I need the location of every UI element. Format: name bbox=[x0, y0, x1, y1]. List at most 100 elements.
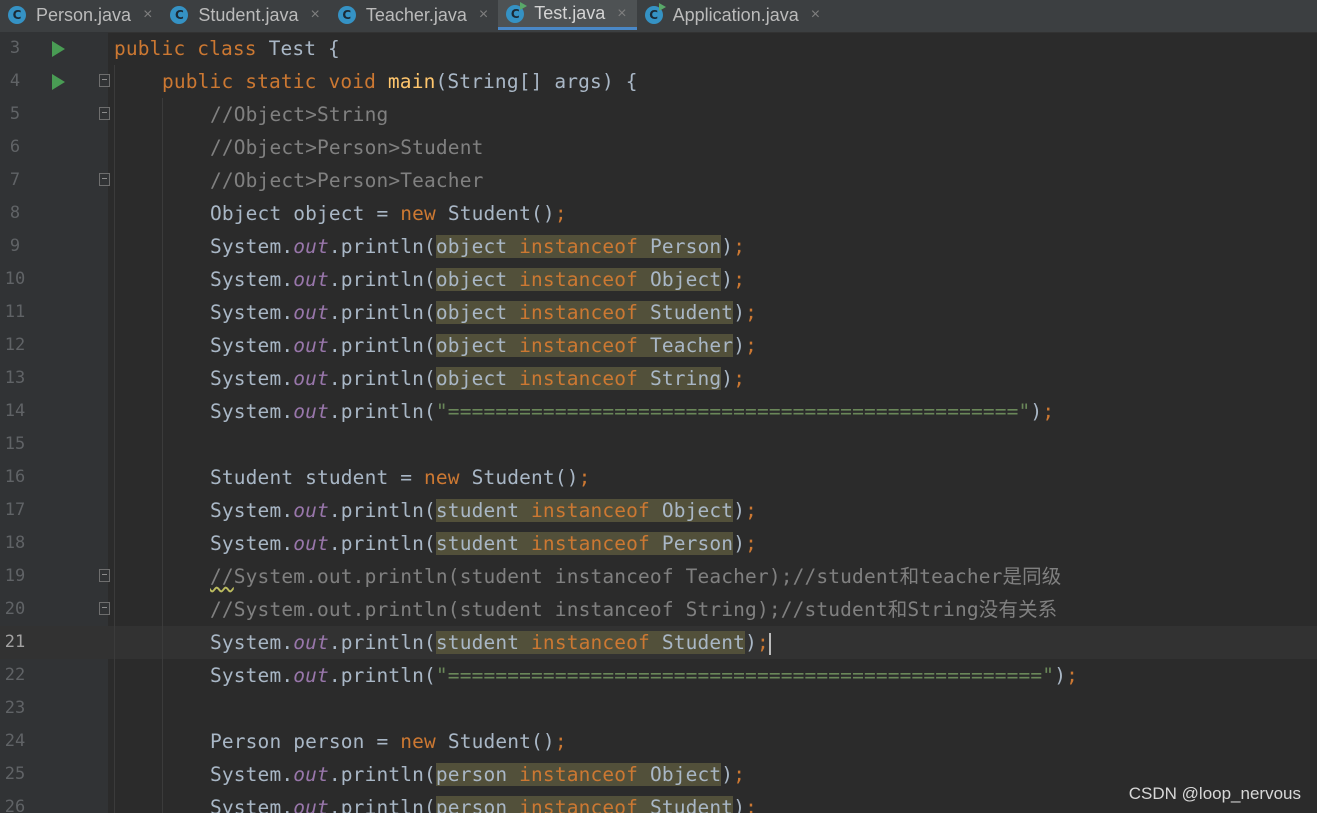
line-number[interactable]: 12 bbox=[0, 329, 30, 362]
line-number[interactable]: 13 bbox=[0, 362, 30, 395]
line-number[interactable]: 11 bbox=[0, 296, 30, 329]
line-number[interactable]: 21 bbox=[0, 626, 30, 659]
indent-guide bbox=[162, 395, 163, 428]
code-line[interactable]: 25 System.out.println(person instanceof O… bbox=[0, 758, 1317, 791]
code-line[interactable]: 8 Object object = new Student(); bbox=[0, 197, 1317, 230]
close-icon[interactable]: × bbox=[143, 6, 152, 24]
code-line[interactable]: 6 //Object>Person>Student bbox=[0, 131, 1317, 164]
tab-label: Teacher.java bbox=[365, 4, 467, 25]
watermark: CSDN @loop_nervous bbox=[1128, 784, 1301, 803]
code-token: System. bbox=[210, 367, 294, 390]
code-line[interactable]: 24 Person person = new Student(); bbox=[0, 725, 1317, 758]
line-number[interactable]: 19 bbox=[0, 560, 30, 593]
indent-guide bbox=[114, 329, 115, 362]
highlighted-keyword-token: instanceof bbox=[519, 763, 650, 786]
line-number[interactable]: 20 bbox=[0, 593, 30, 626]
code-token: Person person = bbox=[210, 730, 401, 753]
code-text: System.out.println(object instanceof Tea… bbox=[210, 329, 757, 362]
line-number[interactable]: 24 bbox=[0, 725, 30, 758]
line-number[interactable]: 23 bbox=[0, 692, 30, 725]
indent-guide bbox=[162, 791, 163, 813]
code-text: System.out.println(student instanceof St… bbox=[210, 626, 771, 659]
highlighted-keyword-token: instanceof bbox=[519, 235, 650, 258]
static-field-token: out bbox=[293, 532, 329, 555]
line-number[interactable]: 26 bbox=[0, 791, 30, 813]
highlighted-token: person bbox=[435, 763, 520, 786]
code-line[interactable]: 26 System.out.println(person instanceof S… bbox=[0, 791, 1317, 813]
code-line[interactable]: 20 //System.out.println(student instanceo… bbox=[0, 593, 1317, 626]
indent-guide bbox=[114, 593, 115, 626]
run-icon[interactable] bbox=[52, 74, 65, 90]
close-icon[interactable]: × bbox=[310, 6, 319, 24]
fold-icon[interactable] bbox=[99, 74, 110, 87]
line-number[interactable]: 7 bbox=[0, 164, 30, 197]
line-number[interactable]: 15 bbox=[0, 428, 30, 461]
line-number[interactable]: 5 bbox=[0, 98, 30, 131]
code-line[interactable]: 10 System.out.println(object instanceof O… bbox=[0, 263, 1317, 296]
code-line[interactable]: 5 //Object>String bbox=[0, 98, 1317, 131]
line-number[interactable]: 6 bbox=[0, 131, 30, 164]
indent-guide bbox=[114, 758, 115, 791]
code-line[interactable]: 22 System.out.println("==================… bbox=[0, 659, 1317, 692]
tab-student[interactable]: C Student.java × bbox=[162, 0, 329, 30]
line-number[interactable]: 16 bbox=[0, 461, 30, 494]
line-number[interactable]: 18 bbox=[0, 527, 30, 560]
code-line[interactable]: 16 Student student = new Student(); bbox=[0, 461, 1317, 494]
code-line[interactable]: 15 bbox=[0, 428, 1317, 461]
line-number[interactable]: 4 bbox=[0, 65, 30, 98]
code-token: ) bbox=[733, 301, 746, 324]
editor-tab-bar: C Person.java × C Student.java × C Teacher.java… bbox=[0, 0, 1317, 33]
indent-guide bbox=[162, 461, 163, 494]
close-icon[interactable]: × bbox=[617, 5, 626, 23]
code-line[interactable]: 12 System.out.println(object instanceof T… bbox=[0, 329, 1317, 362]
fold-icon[interactable] bbox=[99, 602, 110, 615]
indent-guide bbox=[114, 131, 115, 164]
code-line[interactable]: 21 System.out.println(student instanceof … bbox=[0, 626, 1317, 659]
runnable-class-icon: C bbox=[506, 1, 528, 23]
code-editor[interactable]: 3 public class Test {4 public static void … bbox=[0, 32, 1317, 813]
code-token: ) bbox=[733, 796, 746, 813]
code-line[interactable]: 4 public static void main(String[] args) … bbox=[0, 65, 1317, 98]
code-line[interactable]: 17 System.out.println(student instanceof … bbox=[0, 494, 1317, 527]
fold-icon[interactable] bbox=[99, 173, 110, 186]
code-line[interactable]: 3 public class Test { bbox=[0, 32, 1317, 65]
fold-icon[interactable] bbox=[99, 107, 110, 120]
highlighted-token: Person bbox=[661, 532, 734, 555]
tab-test[interactable]: C Test.java × bbox=[498, 0, 637, 30]
code-line[interactable]: 13 System.out.println(object instanceof S… bbox=[0, 362, 1317, 395]
tab-person[interactable]: C Person.java × bbox=[0, 0, 162, 30]
code-token: ) bbox=[733, 334, 746, 357]
line-number[interactable]: 17 bbox=[0, 494, 30, 527]
close-icon[interactable]: × bbox=[811, 6, 820, 24]
code-text: System.out.println(object instanceof Obj… bbox=[210, 263, 745, 296]
line-number[interactable]: 10 bbox=[0, 263, 30, 296]
fold-icon[interactable] bbox=[99, 569, 110, 582]
code-token: ) bbox=[721, 367, 734, 390]
code-line[interactable]: 11 System.out.println(object instanceof S… bbox=[0, 296, 1317, 329]
line-number[interactable]: 22 bbox=[0, 659, 30, 692]
line-number[interactable]: 25 bbox=[0, 758, 30, 791]
line-number[interactable]: 9 bbox=[0, 230, 30, 263]
code-line[interactable]: 7 //Object>Person>Teacher bbox=[0, 164, 1317, 197]
code-line[interactable]: 18 System.out.println(student instanceof … bbox=[0, 527, 1317, 560]
code-token: ) bbox=[745, 631, 757, 654]
line-number[interactable]: 3 bbox=[0, 32, 30, 65]
code-line[interactable]: 9 System.out.println(object instanceof Pe… bbox=[0, 230, 1317, 263]
indent-guide bbox=[114, 461, 115, 494]
code-line[interactable]: 23 bbox=[0, 692, 1317, 725]
tab-teacher[interactable]: C Teacher.java × bbox=[330, 0, 498, 30]
indent-guide bbox=[162, 494, 163, 527]
code-text: Person person = new Student(); bbox=[210, 725, 567, 758]
highlighted-token: person bbox=[435, 796, 520, 813]
line-number[interactable]: 8 bbox=[0, 197, 30, 230]
keyword-token: ; bbox=[745, 301, 757, 324]
tab-application[interactable]: C Application.java × bbox=[637, 0, 830, 30]
code-line[interactable]: 14 System.out.println("==================… bbox=[0, 395, 1317, 428]
code-line[interactable]: 19 //System.out.println(student instanceo… bbox=[0, 560, 1317, 593]
close-icon[interactable]: × bbox=[479, 6, 488, 24]
line-number[interactable]: 14 bbox=[0, 395, 30, 428]
code-text: //System.out.println(student instanceof … bbox=[210, 593, 1057, 626]
run-icon[interactable] bbox=[52, 41, 65, 57]
indent-guide bbox=[114, 296, 115, 329]
keyword-token: ; bbox=[745, 499, 757, 522]
